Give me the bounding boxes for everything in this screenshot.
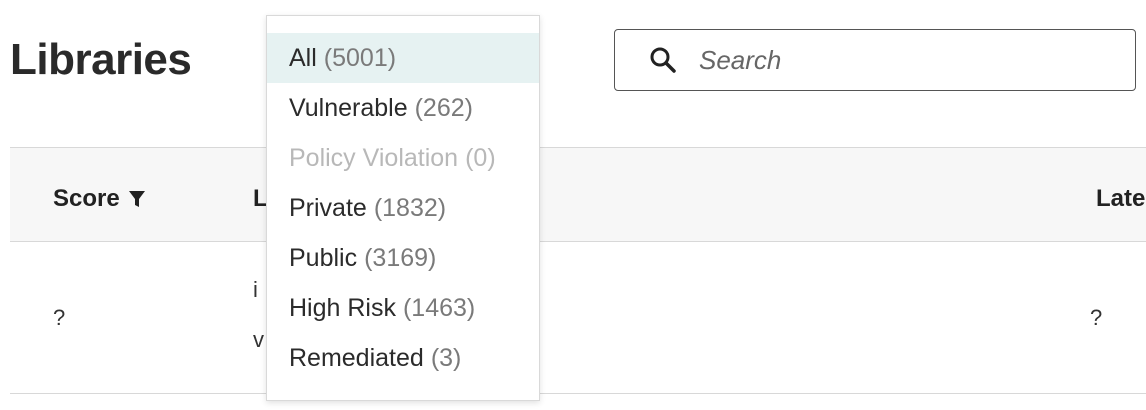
option-count: (262) — [414, 93, 473, 122]
option-label: Remediated — [289, 343, 424, 372]
filter-option-policy-violation: Policy Violation (0) — [267, 133, 539, 183]
option-label: Policy Violation — [289, 143, 459, 172]
option-label: All — [289, 43, 317, 72]
option-count: (3) — [430, 343, 462, 372]
library-cell-line2: v — [253, 327, 264, 352]
option-count: (0) — [465, 143, 496, 172]
filter-option-remediated[interactable]: Remediated (3) — [267, 333, 539, 383]
option-label: Vulnerable — [289, 93, 408, 122]
filter-option-public[interactable]: Public (3169) — [267, 233, 539, 283]
search-input[interactable] — [697, 43, 1081, 77]
filter-option-private[interactable]: Private (1832) — [267, 183, 539, 233]
option-count: (3169) — [364, 243, 437, 272]
option-count: (1832) — [373, 193, 447, 222]
filter-option-vulnerable[interactable]: Vulnerable (262) — [267, 83, 539, 133]
score-column-header[interactable]: Score — [53, 185, 146, 213]
filter-icon[interactable] — [128, 189, 146, 209]
latest-header-label: Late — [1096, 185, 1146, 212]
search-box[interactable] — [614, 29, 1136, 91]
page-title: Libraries — [10, 35, 192, 84]
filter-option-all[interactable]: All (5001) — [267, 33, 539, 83]
latest-cell: ? — [1090, 305, 1103, 330]
row-divider — [10, 393, 1146, 394]
header-divider — [10, 241, 1146, 242]
libraries-page: Libraries Score L Late — [0, 0, 1146, 410]
option-count: (1463) — [402, 293, 476, 322]
table-header: Score L Late — [10, 147, 1146, 241]
latest-column-header[interactable]: Late — [1096, 185, 1145, 213]
search-icon — [643, 40, 683, 80]
option-label: Private — [289, 193, 367, 222]
option-count: (5001) — [323, 43, 397, 72]
score-cell: ? — [53, 305, 66, 330]
score-header-label: Score — [53, 185, 120, 212]
table-top-divider — [10, 147, 1146, 148]
option-label: High Risk — [289, 293, 396, 322]
option-label: Public — [289, 243, 358, 272]
library-cell-line1: i — [253, 277, 258, 302]
filter-option-high-risk[interactable]: High Risk (1463) — [267, 283, 539, 333]
filter-dropdown-menu: All (5001) Vulnerable (262) Policy Viola… — [266, 15, 540, 401]
